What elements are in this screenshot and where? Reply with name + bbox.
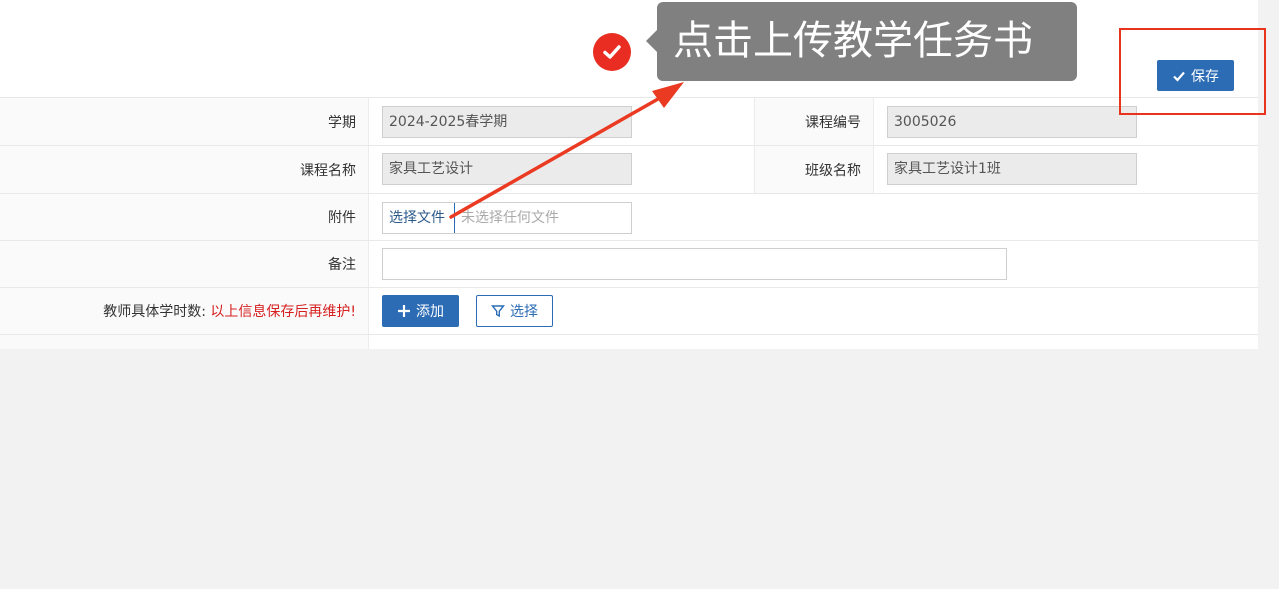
- form-row-remark: 备注: [0, 241, 1258, 288]
- course-name-field[interactable]: 家具工艺设计: [382, 153, 632, 185]
- remark-input[interactable]: [382, 248, 1007, 280]
- form-row-semester: 学期 2024-2025春学期 课程编号 3005026: [0, 98, 1258, 146]
- attachment-label: 附件: [328, 210, 356, 226]
- annotation-callout: 点击上传教学任务书: [657, 2, 1077, 81]
- add-button-label: 添加: [416, 304, 444, 320]
- form-row-teacher-hours: 教师具体学时数: 以上信息保存后再维护! 添加 选择: [0, 288, 1258, 335]
- form-row-course-name: 课程名称 家具工艺设计 班级名称 家具工艺设计1班: [0, 146, 1258, 194]
- semester-label: 学期: [328, 114, 356, 131]
- plus-icon: [398, 305, 410, 317]
- add-button[interactable]: 添加: [382, 295, 459, 327]
- highlight-box: [1119, 28, 1266, 115]
- check-circle-icon: [593, 33, 631, 71]
- select-button-label: 选择: [510, 304, 538, 320]
- form-row-empty: [0, 335, 1258, 349]
- callout-tip: [646, 30, 657, 52]
- semester-field[interactable]: 2024-2025春学期: [382, 106, 632, 138]
- filter-icon: [491, 305, 505, 318]
- choose-file-button[interactable]: 选择文件: [383, 203, 455, 233]
- file-status-text: 未选择任何文件: [461, 210, 559, 226]
- teacher-hours-label: 教师具体学时数: 以上信息保存后再维护!: [103, 304, 356, 320]
- select-button[interactable]: 选择: [476, 295, 553, 327]
- course-name-label: 课程名称: [300, 162, 356, 179]
- class-name-field[interactable]: 家具工艺设计1班: [887, 153, 1137, 185]
- course-code-field[interactable]: 3005026: [887, 106, 1137, 138]
- course-code-label: 课程编号: [805, 114, 861, 131]
- file-input[interactable]: 选择文件 未选择任何文件: [382, 202, 632, 234]
- remark-label: 备注: [328, 257, 356, 273]
- save-first-warning: 以上信息保存后再维护!: [210, 304, 356, 320]
- form-row-attachment: 附件 选择文件 未选择任何文件: [0, 194, 1258, 241]
- class-name-label: 班级名称: [805, 162, 861, 179]
- page: 保存 学期 2024-2025春学期 课程编号 3005026 课程名称 家具工…: [0, 0, 1279, 589]
